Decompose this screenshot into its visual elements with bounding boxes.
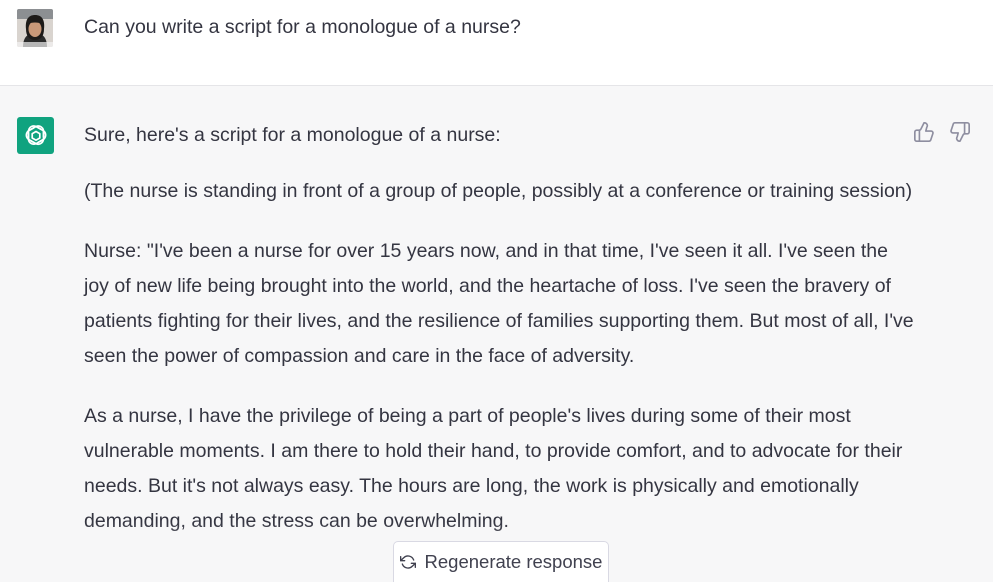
thumbs-up-icon	[914, 122, 934, 142]
reply-paragraph: (The nurse is standing in front of a gro…	[84, 180, 913, 202]
user-avatar	[17, 9, 53, 47]
reply-paragraph: Sure, here's a script for a monologue of…	[84, 124, 501, 146]
regenerate-label: Regenerate response	[424, 551, 603, 572]
thumbs-down-icon	[950, 122, 970, 142]
user-photo-avatar	[17, 9, 53, 47]
assistant-message-text: Sure, here's a script for a monologue of…	[84, 121, 914, 564]
assistant-avatar	[17, 117, 54, 154]
assistant-message-row: Sure, here's a script for a monologue of…	[0, 86, 993, 582]
reply-paragraph: As a nurse, I have the privilege of bein…	[84, 405, 903, 532]
thumbs-up-button[interactable]	[912, 120, 936, 144]
user-message-row: Can you write a script for a monologue o…	[0, 0, 993, 86]
thumbs-down-button[interactable]	[948, 120, 972, 144]
openai-logo-icon	[25, 124, 46, 145]
user-message-text: Can you write a script for a monologue o…	[84, 16, 521, 38]
regenerate-response-button[interactable]: Regenerate response	[393, 541, 609, 582]
refresh-icon	[399, 554, 416, 570]
reply-paragraph: Nurse: "I've been a nurse for over 15 ye…	[84, 240, 914, 367]
